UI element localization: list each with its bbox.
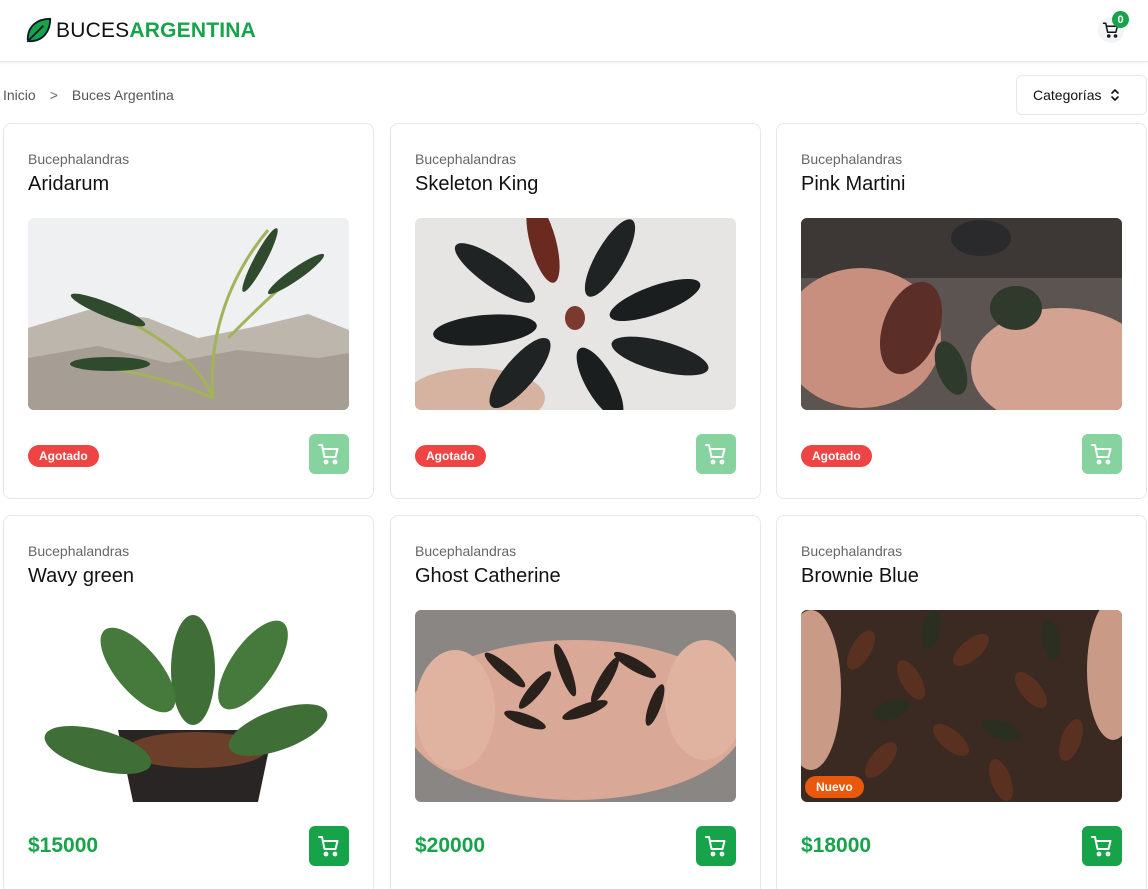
product-category: Bucephalandras [415, 151, 517, 167]
out-of-stock-badge: Agotado [415, 445, 486, 467]
breadcrumb-separator: > [49, 87, 58, 103]
product-name[interactable]: Brownie Blue [801, 565, 919, 588]
add-to-cart-button[interactable] [309, 826, 349, 866]
product-price: $20000 [415, 834, 486, 857]
add-to-cart-button[interactable] [1082, 434, 1122, 474]
product-image[interactable]: Nuevo [801, 610, 1122, 802]
cart-icon [318, 444, 339, 465]
new-badge: Nuevo [805, 776, 864, 798]
product-image[interactable] [415, 610, 736, 802]
breadcrumb: Inicio > Buces Argentina [3, 86, 174, 104]
add-to-cart-button[interactable] [696, 434, 736, 474]
product-category: Bucephalandras [28, 151, 130, 167]
product-category: Bucephalandras [415, 543, 517, 559]
out-of-stock-badge: Agotado [28, 445, 99, 467]
product-image[interactable] [28, 218, 349, 410]
product-name[interactable]: Pink Martini [801, 173, 905, 196]
product-card[interactable]: Bucephalandras Brownie Blue Nuevo $18000 [776, 515, 1147, 889]
cart-icon [318, 836, 339, 857]
categories-label: Categorías [1033, 87, 1102, 103]
product-name[interactable]: Aridarum [28, 173, 109, 196]
cart-icon [705, 444, 726, 465]
product-card[interactable]: Bucephalandras Wavy green $15000 [3, 515, 374, 889]
product-image[interactable] [28, 610, 349, 802]
cart-icon [705, 836, 726, 857]
chevron-up-down-icon [1111, 89, 1120, 101]
add-to-cart-button[interactable] [1082, 826, 1122, 866]
add-to-cart-button[interactable] [309, 434, 349, 474]
product-price: $18000 [801, 834, 872, 857]
site-logo[interactable]: BUCESARGENTINA [24, 14, 256, 46]
breadcrumb-home-link[interactable]: Inicio [3, 87, 36, 103]
categories-dropdown[interactable]: Categorías [1016, 75, 1147, 115]
product-category: Bucephalandras [801, 543, 903, 559]
product-price: $15000 [28, 834, 99, 857]
product-name[interactable]: Wavy green [28, 565, 134, 588]
product-card[interactable]: Bucephalandras Aridarum Agotado [3, 123, 374, 499]
product-category: Bucephalandras [28, 543, 130, 559]
logo-text-argentina: ARGENTINA [129, 18, 256, 42]
cart-count-badge: 0 [1112, 11, 1129, 28]
product-image[interactable] [415, 218, 736, 410]
breadcrumb-current: Buces Argentina [71, 87, 174, 103]
product-name[interactable]: Ghost Catherine [415, 565, 561, 588]
product-category: Bucephalandras [801, 151, 903, 167]
cart-icon [1091, 444, 1112, 465]
product-name[interactable]: Skeleton King [415, 173, 538, 196]
site-header: BUCESARGENTINA 0 [0, 0, 1148, 62]
leaf-icon [26, 17, 52, 43]
logo-text-buces: BUCES [56, 18, 130, 42]
product-card[interactable]: Bucephalandras Pink Martini Agotado [776, 123, 1147, 499]
add-to-cart-button[interactable] [696, 826, 736, 866]
cart-icon [1091, 836, 1112, 857]
product-card[interactable]: Bucephalandras Skeleton King Agotado [390, 123, 761, 499]
out-of-stock-badge: Agotado [801, 445, 872, 467]
product-image[interactable] [801, 218, 1122, 410]
product-card[interactable]: Bucephalandras Ghost Catherine $20000 [390, 515, 761, 889]
logo-text: BUCESARGENTINA [56, 20, 256, 41]
